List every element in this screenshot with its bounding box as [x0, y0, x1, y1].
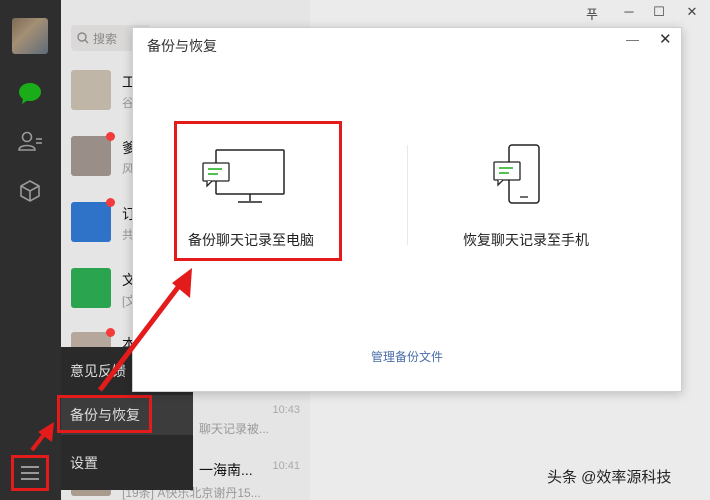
chat-icon[interactable]	[17, 80, 43, 106]
chat-thumbnail	[71, 202, 111, 242]
chat-thumbnail	[71, 136, 111, 176]
highlight-box	[174, 121, 342, 261]
restore-to-phone-label: 恢复聊天记录至手机	[463, 232, 589, 248]
dialog-minimize-button[interactable]: —	[626, 32, 639, 47]
chat-time: 10:41	[272, 460, 300, 472]
close-button[interactable]: ✕	[683, 4, 701, 20]
chat-thumbnail	[71, 70, 111, 110]
chat-thumbnail	[71, 268, 111, 308]
chat-time: 10:43	[272, 404, 300, 416]
chat-name: 一海南...	[199, 462, 253, 478]
menu-item-settings[interactable]: 设置	[61, 443, 193, 483]
contacts-icon[interactable]	[17, 128, 43, 154]
watermark: 头条 @效率源科技	[547, 469, 672, 486]
hamburger-icon	[21, 466, 39, 480]
dialog-title: 备份与恢复	[147, 38, 217, 54]
pin-button[interactable]: 푸	[583, 4, 601, 23]
avatar[interactable]	[12, 18, 48, 54]
restore-to-phone-option[interactable]: 恢复聊天记录至手机	[453, 124, 613, 258]
divider	[407, 145, 408, 245]
maximize-button[interactable]: ☐	[650, 4, 668, 20]
unread-badge	[106, 132, 115, 141]
dialog-close-button[interactable]: ✕	[659, 30, 672, 48]
chat-preview: 聊天记录被...	[199, 422, 270, 436]
unread-badge	[106, 198, 115, 207]
cube-icon[interactable]	[17, 178, 43, 204]
sidebar-rail	[0, 0, 61, 500]
manage-backup-files-link[interactable]: 管理备份文件	[371, 348, 443, 365]
highlight-box	[57, 395, 152, 433]
minimize-button[interactable]: ─	[620, 4, 638, 19]
search-icon	[77, 32, 89, 44]
unread-badge	[106, 328, 115, 337]
phone-icon	[493, 144, 540, 204]
search-placeholder: 搜索	[93, 31, 118, 46]
backup-dialog: 备份与恢复 — ✕ 备份聊天记录至电脑 恢复聊天记录至手机 管理备份文件	[132, 27, 682, 392]
menu-button[interactable]	[11, 455, 49, 491]
